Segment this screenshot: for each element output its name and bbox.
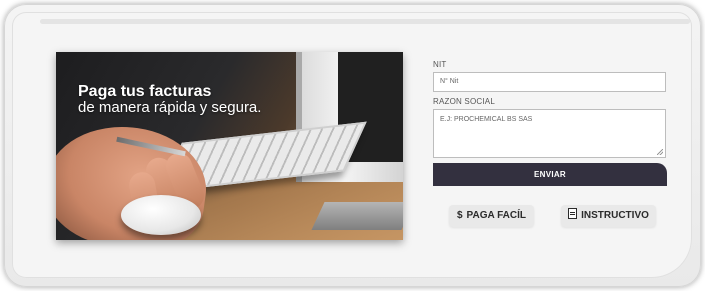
mouse	[121, 195, 201, 235]
razon-social-textarea[interactable]: E.J: PROCHEMICAL BS SAS	[433, 109, 666, 158]
monitor-stand	[311, 202, 403, 230]
headline-line-1: Paga tus facturas	[78, 83, 212, 100]
paga-facil-button[interactable]: $ PAGA FACÍL	[449, 205, 534, 227]
nit-input[interactable]: N° Nit	[433, 72, 666, 92]
banner-image: Paga tus facturas de manera rápida y seg…	[56, 52, 403, 240]
document-icon	[568, 208, 578, 219]
resize-grip-icon[interactable]	[657, 149, 663, 155]
enviar-button[interactable]: ENVIAR	[433, 163, 667, 186]
razon-social-label: RAZON SOCIAL	[433, 97, 495, 106]
paga-facil-label: PAGA FACÍL	[466, 210, 526, 221]
nit-label: NIT	[433, 60, 447, 69]
instructivo-label: INSTRUCTIVO	[581, 210, 649, 221]
dollar-icon: $	[456, 210, 463, 221]
banner-headline: Paga tus facturas de manera rápida y seg…	[78, 83, 261, 116]
payment-form: NIT N° Nit RAZON SOCIAL E.J: PROCHEMICAL…	[433, 60, 668, 158]
card-top-divider	[40, 19, 690, 24]
headline-line-2: de manera rápida y segura.	[78, 99, 262, 116]
instructivo-button[interactable]: INSTRUCTIVO	[561, 205, 656, 227]
razon-social-placeholder: E.J: PROCHEMICAL BS SAS	[440, 116, 533, 123]
